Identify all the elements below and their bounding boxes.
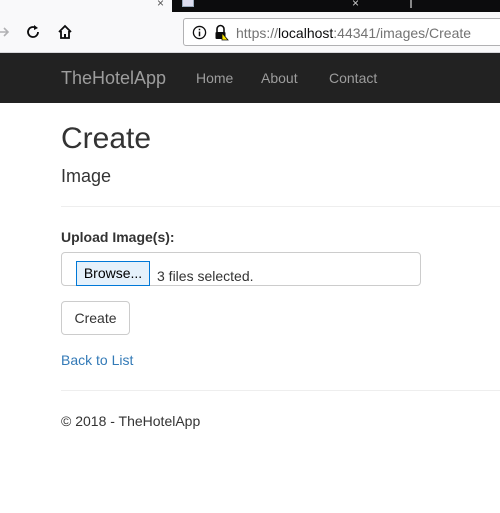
site-navbar: TheHotelApp Home About Contact <box>0 53 500 103</box>
browser-tab-divider <box>410 0 412 8</box>
browser-tab-strip: × × <box>0 0 500 12</box>
brand-link[interactable]: TheHotelApp <box>61 68 166 88</box>
divider <box>61 206 500 207</box>
lock-warning-icon[interactable] <box>213 24 229 46</box>
close-icon[interactable]: × <box>157 0 164 9</box>
url-text[interactable]: https://localhost:44341/images/Create <box>236 25 471 41</box>
file-upload-input[interactable]: Browse... 3 files selected. <box>61 252 421 286</box>
page-icon <box>182 0 194 7</box>
file-status-text: 3 files selected. <box>157 268 254 284</box>
browser-tab-active[interactable]: × <box>0 0 172 12</box>
back-to-list-link[interactable]: Back to List <box>61 352 133 368</box>
create-button[interactable]: Create <box>61 301 130 335</box>
close-icon[interactable]: × <box>352 0 359 9</box>
info-icon[interactable] <box>192 25 207 45</box>
page-title: Create <box>61 122 152 155</box>
nav-link-home[interactable]: Home <box>196 70 233 86</box>
footer-divider <box>61 390 500 391</box>
reload-icon[interactable] <box>22 12 44 52</box>
home-icon[interactable] <box>54 12 76 52</box>
nav-link-contact[interactable]: Contact <box>329 70 377 86</box>
url-bar[interactable]: https://localhost:44341/images/Create <box>183 18 500 46</box>
browse-button[interactable]: Browse... <box>76 261 150 286</box>
browser-toolbar: https://localhost:44341/images/Create <box>0 12 500 53</box>
browser-tab[interactable]: × <box>176 0 396 12</box>
nav-link-about[interactable]: About <box>261 70 298 86</box>
upload-label: Upload Image(s): <box>61 229 175 245</box>
footer-copyright: © 2018 - TheHotelApp <box>61 413 201 429</box>
page-subtitle: Image <box>61 166 112 186</box>
forward-icon[interactable] <box>0 12 14 52</box>
